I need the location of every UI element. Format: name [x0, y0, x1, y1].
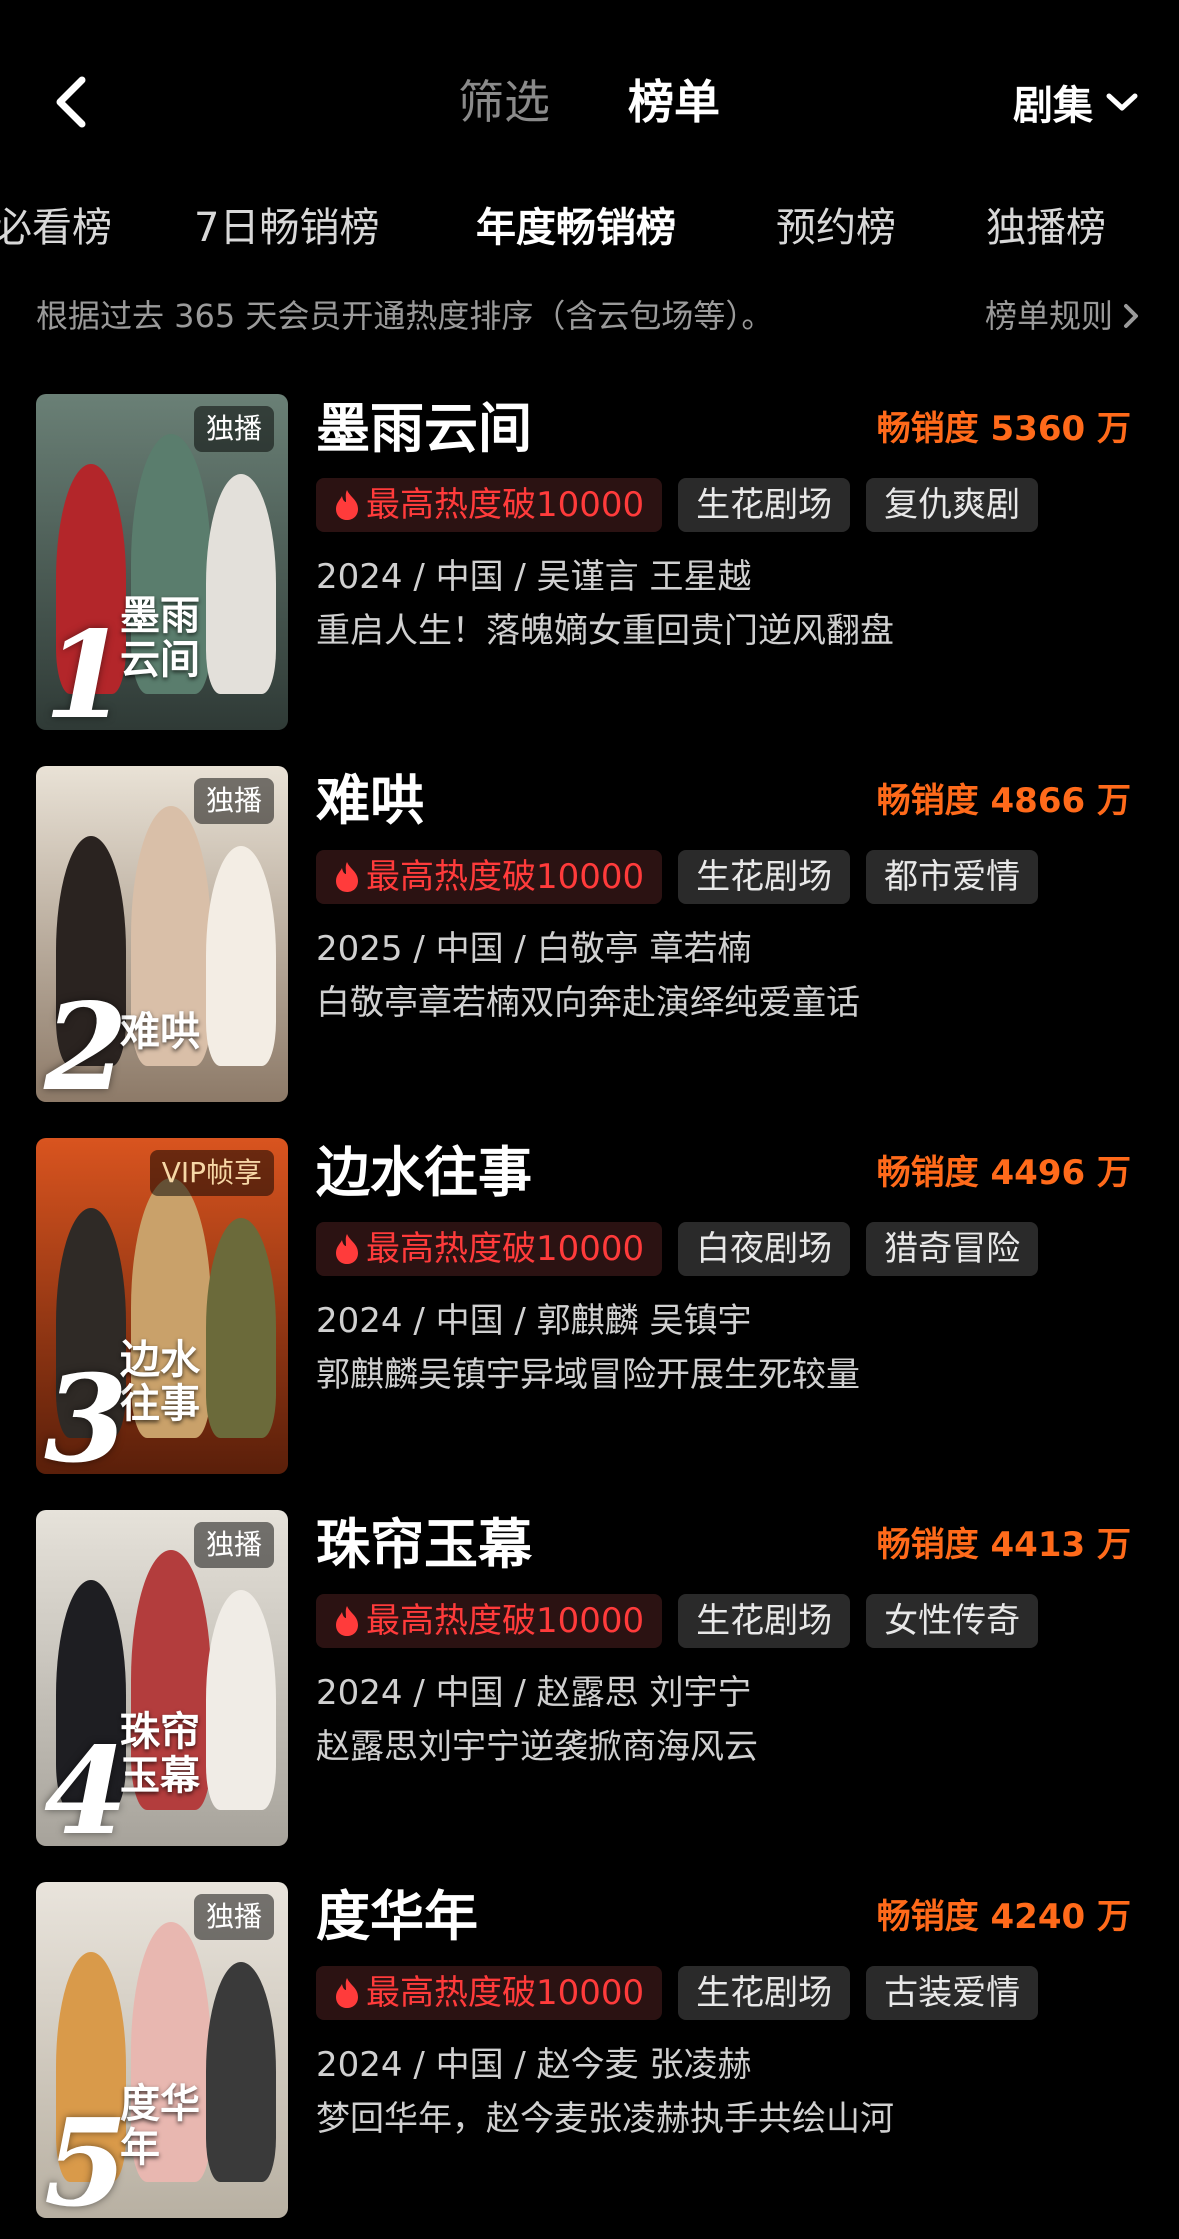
- show-slogan: 郭麒麟吴镇宇异域冒险开展生死较量: [316, 1355, 860, 1395]
- ranking-subtabs: 必看榜 7日畅销榜 年度畅销榜 预约榜 独播榜: [0, 196, 1179, 260]
- hot-tag: 最高热度破10000: [316, 478, 663, 532]
- sales-score: 畅销度 4240 万: [876, 1897, 1131, 1937]
- chevron-left-icon: [56, 76, 86, 128]
- rank-number: 5: [44, 2093, 128, 2219]
- rank-number: 3: [44, 1349, 128, 1475]
- poster-title: 墨雨云间: [120, 593, 200, 683]
- genre-tag[interactable]: 女性传奇: [866, 1594, 1039, 1648]
- chevron-right-icon: [1124, 304, 1138, 328]
- poster-badge: VIP帧享: [149, 1150, 274, 1196]
- hot-tag-label: 最高热度破10000: [366, 1973, 645, 2013]
- theater-tag[interactable]: 生花剧场: [678, 1594, 851, 1648]
- fire-icon: [336, 490, 358, 520]
- show-slogan: 白敬亭章若楠双向奔赴演绎纯爱童话: [316, 983, 860, 1023]
- rules-label: 榜单规则: [984, 297, 1113, 335]
- ranking-item[interactable]: 独播 难哄 2 难哄 畅销度 4866 万 最高热度破10000 生花剧场 都市…: [0, 766, 1179, 1106]
- poster-badge: 独播: [193, 1894, 274, 1940]
- top-bar: 筛选 榜单 剧集: [0, 0, 1179, 200]
- fire-icon: [336, 1234, 358, 1264]
- sales-score: 畅销度 4413 万: [876, 1525, 1131, 1565]
- subtab-exclusive[interactable]: 独播榜: [986, 196, 1106, 260]
- theater-tag[interactable]: 生花剧场: [678, 1966, 851, 2020]
- poster-image[interactable]: VIP帧享 边水往事 3: [36, 1138, 288, 1474]
- ranking-item[interactable]: VIP帧享 边水往事 3 边水往事 畅销度 4496 万 最高热度破10000 …: [0, 1138, 1179, 1478]
- fire-icon: [336, 1978, 358, 2008]
- poster-image[interactable]: 独播 难哄 2: [36, 766, 288, 1102]
- tab-ranking[interactable]: 榜单: [628, 72, 720, 132]
- ranking-item[interactable]: 独播 度华年 5 度华年 畅销度 4240 万 最高热度破10000 生花剧场 …: [0, 1882, 1179, 2222]
- show-meta: 2025 / 中国 / 白敬亭 章若楠: [316, 929, 752, 969]
- show-meta: 2024 / 中国 / 郭麒麟 吴镇宇: [316, 1301, 752, 1341]
- hot-tag-label: 最高热度破10000: [366, 1601, 645, 1641]
- rank-number: 4: [44, 1721, 128, 1847]
- show-meta: 2024 / 中国 / 赵露思 刘宇宁: [316, 1673, 752, 1713]
- show-slogan: 重启人生！落魄嫡女重回贵门逆风翻盘: [316, 611, 894, 651]
- poster-image[interactable]: 独播 珠帘玉幕 4: [36, 1510, 288, 1846]
- poster-badge: 独播: [193, 1522, 274, 1568]
- subtab-must-watch[interactable]: 必看榜: [0, 196, 112, 260]
- category-dropdown[interactable]: 剧集: [1013, 72, 1139, 132]
- hot-tag-label: 最高热度破10000: [366, 857, 645, 897]
- show-title[interactable]: 珠帘玉幕: [316, 1510, 532, 1580]
- tag-row: 最高热度破10000 白夜剧场 猎奇冒险: [316, 1222, 1039, 1276]
- poster-title: 边水往事: [120, 1337, 200, 1427]
- tag-row: 最高热度破10000 生花剧场 女性传奇: [316, 1594, 1039, 1648]
- show-title[interactable]: 墨雨云间: [316, 394, 532, 464]
- show-title[interactable]: 度华年: [316, 1882, 478, 1952]
- hot-tag: 最高热度破10000: [316, 1594, 663, 1648]
- poster-title: 度华年: [120, 2081, 200, 2171]
- show-title[interactable]: 边水往事: [316, 1138, 532, 1208]
- fire-icon: [336, 1606, 358, 1636]
- back-button[interactable]: [48, 72, 96, 132]
- fire-icon: [336, 862, 358, 892]
- genre-tag[interactable]: 复仇爽剧: [866, 478, 1039, 532]
- genre-tag[interactable]: 猎奇冒险: [866, 1222, 1039, 1276]
- subtab-annual-bestseller[interactable]: 年度畅销榜: [476, 196, 676, 260]
- rank-number: 1: [44, 605, 128, 731]
- poster-badge: 独播: [193, 406, 274, 452]
- tab-filter[interactable]: 筛选: [458, 72, 550, 132]
- show-meta: 2024 / 中国 / 赵今麦 张凌赫: [316, 2045, 752, 2085]
- poster-title: 难哄: [120, 1009, 200, 1055]
- show-slogan: 梦回华年，赵今麦张凌赫执手共绘山河: [316, 2099, 894, 2139]
- show-title[interactable]: 难哄: [316, 766, 424, 836]
- show-meta: 2024 / 中国 / 吴谨言 王星越: [316, 557, 752, 597]
- category-label: 剧集: [1013, 83, 1093, 129]
- poster-image[interactable]: 独播 墨雨云间 1: [36, 394, 288, 730]
- sales-score: 畅销度 4496 万: [876, 1153, 1131, 1193]
- ranking-item[interactable]: 独播 墨雨云间 1 墨雨云间 畅销度 5360 万 最高热度破10000 生花剧…: [0, 394, 1179, 734]
- hot-tag: 最高热度破10000: [316, 1222, 663, 1276]
- genre-tag[interactable]: 古装爱情: [866, 1966, 1039, 2020]
- tag-row: 最高热度破10000 生花剧场 都市爱情: [316, 850, 1039, 904]
- subtab-reservation[interactable]: 预约榜: [776, 196, 896, 260]
- theater-tag[interactable]: 生花剧场: [678, 850, 851, 904]
- poster-badge: 独播: [193, 778, 274, 824]
- poster-image[interactable]: 独播 度华年 5: [36, 1882, 288, 2218]
- poster-title: 珠帘玉幕: [120, 1709, 200, 1799]
- ranking-description: 根据过去 365 天会员开通热度排序（含云包场等）。: [36, 297, 774, 335]
- rank-number: 2: [44, 977, 128, 1103]
- theater-tag[interactable]: 白夜剧场: [678, 1222, 851, 1276]
- hot-tag-label: 最高热度破10000: [366, 1229, 645, 1269]
- show-slogan: 赵露思刘宇宁逆袭掀商海风云: [316, 1727, 758, 1767]
- hot-tag: 最高热度破10000: [316, 1966, 663, 2020]
- hot-tag: 最高热度破10000: [316, 850, 663, 904]
- sales-score: 畅销度 4866 万: [876, 781, 1131, 821]
- hot-tag-label: 最高热度破10000: [366, 485, 645, 525]
- chevron-down-icon: [1106, 93, 1138, 111]
- sales-score: 畅销度 5360 万: [876, 409, 1131, 449]
- subtab-7day-bestseller[interactable]: 7日畅销榜: [194, 196, 379, 260]
- ranking-item[interactable]: 独播 珠帘玉幕 4 珠帘玉幕 畅销度 4413 万 最高热度破10000 生花剧…: [0, 1510, 1179, 1850]
- ranking-rules-link[interactable]: 榜单规则: [985, 290, 1139, 342]
- theater-tag[interactable]: 生花剧场: [678, 478, 851, 532]
- tag-row: 最高热度破10000 生花剧场 复仇爽剧: [316, 478, 1039, 532]
- genre-tag[interactable]: 都市爱情: [866, 850, 1039, 904]
- tag-row: 最高热度破10000 生花剧场 古装爱情: [316, 1966, 1039, 2020]
